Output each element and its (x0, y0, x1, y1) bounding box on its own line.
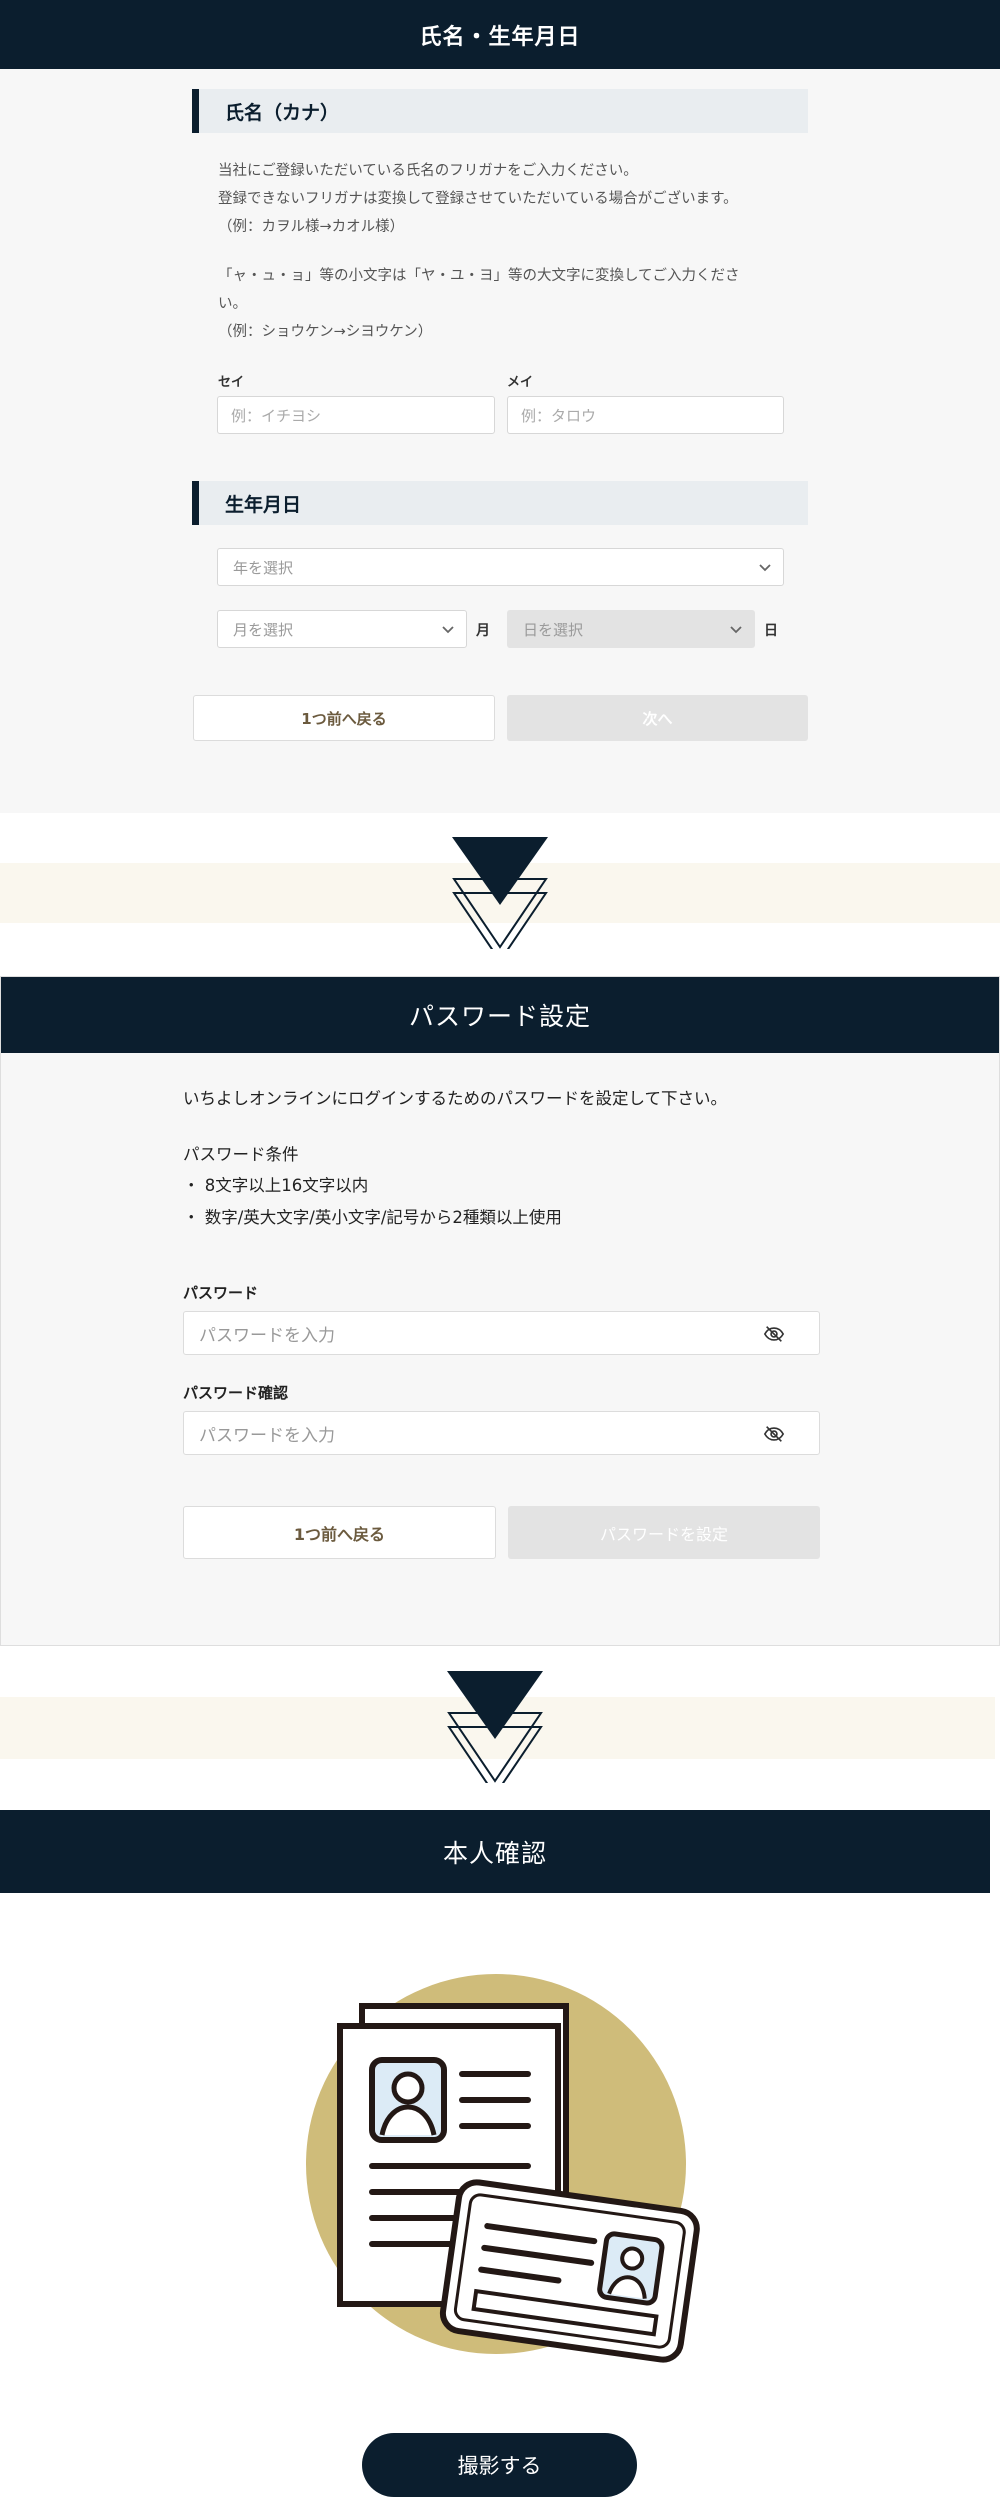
mei-input[interactable]: 例：タロウ (507, 396, 784, 434)
password-section: パスワード設定 いちよしオンラインにログインするためのパスワードを設定して下さい… (0, 976, 1000, 1646)
kana-note-4: 「ャ・ュ・ョ」等の小文字は「ヤ・ユ・ヨ」等の大文字に変換してご入力くださ (218, 268, 740, 284)
year-select-value: 年を選択 (233, 558, 294, 577)
kana-heading: 氏名（カナ） (192, 89, 808, 133)
conditions-title: パスワード条件 (183, 1145, 299, 1164)
kana-note-1: 当社にご登録いただいている氏名のフリガナをご入力ください。 (218, 163, 638, 179)
birth-heading: 生年月日 (192, 481, 808, 525)
password-intro: いちよしオンラインにログインするためのパスワードを設定して下さい。 (183, 1089, 728, 1108)
name-birth-section: 氏名・生年月日 氏名（カナ） 当社にご登録いただいている氏名のフリガナをご入力く… (0, 0, 1000, 813)
id-documents-illustration (306, 1974, 700, 2363)
chevron-down-icon (730, 626, 742, 634)
eye-slash-icon[interactable] (763, 1323, 785, 1345)
sei-input[interactable]: 例：イチヨシ (217, 396, 495, 434)
password-input[interactable]: パスワードを入力 (183, 1311, 820, 1355)
capture-button[interactable]: 撮影する (362, 2433, 637, 2497)
set-password-button[interactable]: パスワードを設定 (508, 1506, 820, 1559)
month-select-value: 月を選択 (233, 620, 294, 639)
next-button[interactable]: 次へ (507, 695, 808, 741)
eye-slash-icon[interactable] (763, 1423, 785, 1445)
password-back-button[interactable]: 1つ前へ戻る (183, 1506, 496, 1559)
mei-label: メイ (507, 375, 534, 390)
back-button[interactable]: 1つ前へ戻る (193, 695, 495, 741)
password-title: パスワード設定 (1, 977, 999, 1053)
month-unit: 月 (476, 623, 490, 639)
sei-label: セイ (218, 375, 245, 390)
month-select[interactable]: 月を選択 (217, 610, 467, 648)
day-unit: 日 (764, 623, 778, 639)
day-select[interactable]: 日を選択 (507, 610, 755, 648)
name-birth-title: 氏名・生年月日 (0, 0, 1000, 69)
confirm-input[interactable]: パスワードを入力 (183, 1411, 820, 1455)
confirm-label: パスワード確認 (183, 1384, 289, 1402)
kana-note-2: 登録できないフリガナは変換して登録させていただいている場合がございます。 (218, 191, 738, 207)
password-label: パスワード (183, 1284, 259, 1302)
kana-note-6: （例：ショウケン→シヨウケン） (218, 324, 433, 340)
down-arrow-icon (447, 1671, 543, 1783)
kana-note-3: （例：カヲル様→カオル様） (218, 219, 405, 235)
year-select[interactable]: 年を選択 (217, 548, 784, 586)
chevron-down-icon (442, 626, 454, 634)
password-placeholder: パスワードを入力 (199, 1325, 335, 1346)
kana-note-5: い。 (218, 296, 247, 312)
condition-item-2: ・ 数字/英大文字/英小文字/記号から2種類以上使用 (183, 1208, 562, 1227)
condition-item-1: ・ 8文字以上16文字以内 (183, 1176, 369, 1195)
day-select-value: 日を選択 (523, 620, 584, 639)
chevron-down-icon (759, 564, 771, 572)
down-arrow-icon (452, 837, 548, 949)
identity-title: 本人確認 (0, 1810, 990, 1893)
confirm-placeholder: パスワードを入力 (199, 1425, 335, 1446)
